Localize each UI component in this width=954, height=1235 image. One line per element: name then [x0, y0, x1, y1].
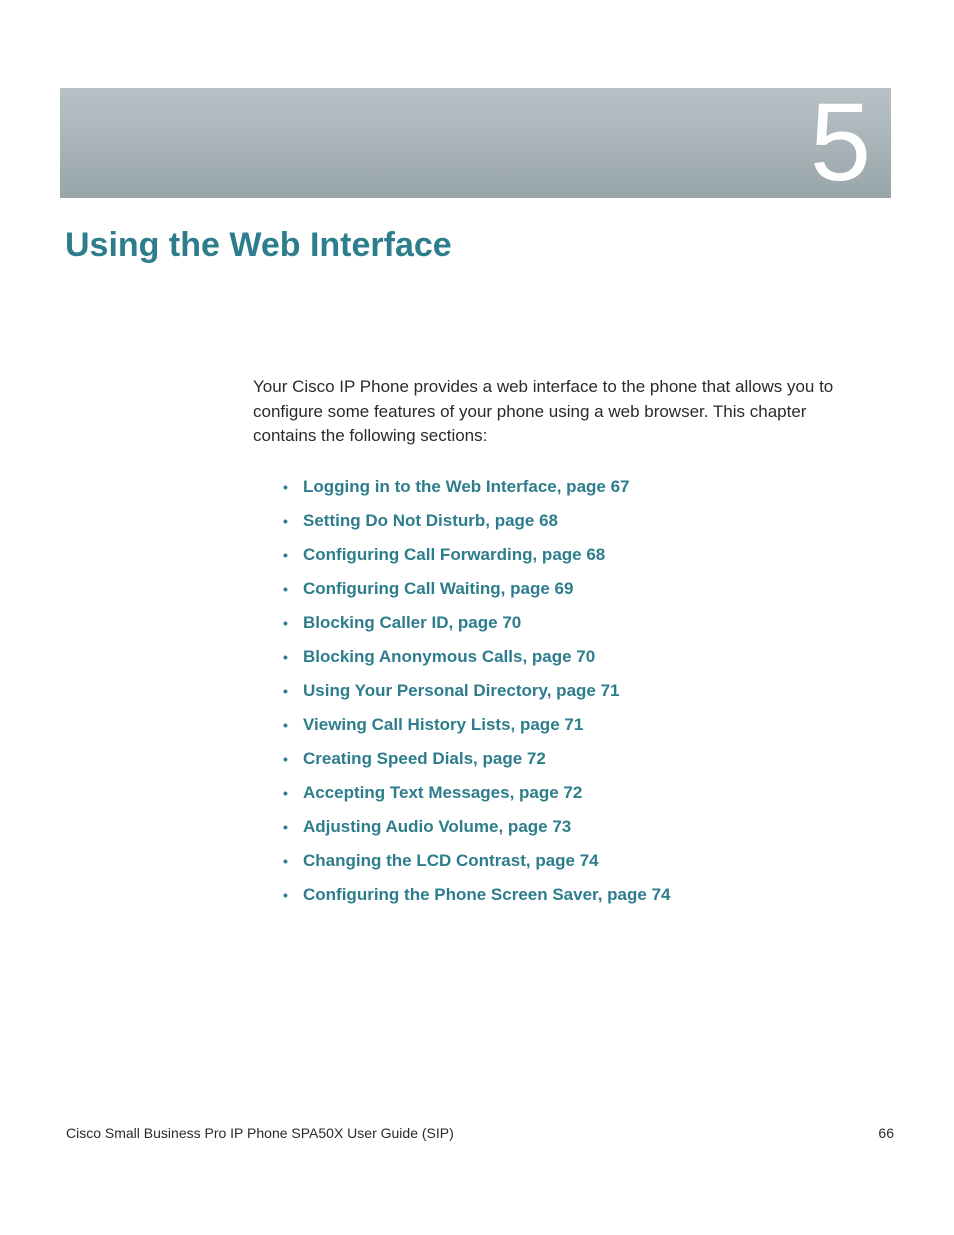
toc-item: Blocking Anonymous Calls, page 70: [283, 647, 868, 667]
toc-item: Configuring Call Forwarding, page 68: [283, 545, 868, 565]
toc-item: Viewing Call History Lists, page 71: [283, 715, 868, 735]
toc-item: Logging in to the Web Interface, page 67: [283, 477, 868, 497]
toc-item: Configuring the Phone Screen Saver, page…: [283, 885, 868, 905]
toc-link-logging-in[interactable]: Logging in to the Web Interface, page 67: [303, 477, 630, 496]
page-footer: Cisco Small Business Pro IP Phone SPA50X…: [66, 1125, 894, 1141]
toc-list: Logging in to the Web Interface, page 67…: [253, 477, 868, 905]
document-page: 5 Using the Web Interface Your Cisco IP …: [0, 0, 954, 905]
footer-doc-title: Cisco Small Business Pro IP Phone SPA50X…: [66, 1125, 454, 1141]
toc-item: Setting Do Not Disturb, page 68: [283, 511, 868, 531]
toc-item: Blocking Caller ID, page 70: [283, 613, 868, 633]
toc-link-screen-saver[interactable]: Configuring the Phone Screen Saver, page…: [303, 885, 670, 904]
toc-link-text-messages[interactable]: Accepting Text Messages, page 72: [303, 783, 582, 802]
toc-link-personal-directory[interactable]: Using Your Personal Directory, page 71: [303, 681, 620, 700]
toc-item: Configuring Call Waiting, page 69: [283, 579, 868, 599]
toc-link-speed-dials[interactable]: Creating Speed Dials, page 72: [303, 749, 546, 768]
toc-item: Changing the LCD Contrast, page 74: [283, 851, 868, 871]
footer-page-number: 66: [878, 1125, 894, 1141]
toc-link-dnd[interactable]: Setting Do Not Disturb, page 68: [303, 511, 558, 530]
chapter-banner: 5: [60, 88, 891, 198]
toc-item: Adjusting Audio Volume, page 73: [283, 817, 868, 837]
toc-link-blocking-anonymous[interactable]: Blocking Anonymous Calls, page 70: [303, 647, 595, 666]
toc-link-call-history[interactable]: Viewing Call History Lists, page 71: [303, 715, 583, 734]
intro-paragraph: Your Cisco IP Phone provides a web inter…: [253, 375, 868, 449]
chapter-title: Using the Web Interface: [65, 226, 894, 265]
toc-link-lcd-contrast[interactable]: Changing the LCD Contrast, page 74: [303, 851, 599, 870]
toc-item: Accepting Text Messages, page 72: [283, 783, 868, 803]
content-area: Your Cisco IP Phone provides a web inter…: [253, 375, 868, 905]
toc-link-call-waiting[interactable]: Configuring Call Waiting, page 69: [303, 579, 573, 598]
toc-link-call-forwarding[interactable]: Configuring Call Forwarding, page 68: [303, 545, 605, 564]
toc-item: Using Your Personal Directory, page 71: [283, 681, 868, 701]
toc-link-audio-volume[interactable]: Adjusting Audio Volume, page 73: [303, 817, 571, 836]
chapter-number: 5: [810, 88, 871, 198]
toc-item: Creating Speed Dials, page 72: [283, 749, 868, 769]
toc-link-blocking-caller-id[interactable]: Blocking Caller ID, page 70: [303, 613, 521, 632]
